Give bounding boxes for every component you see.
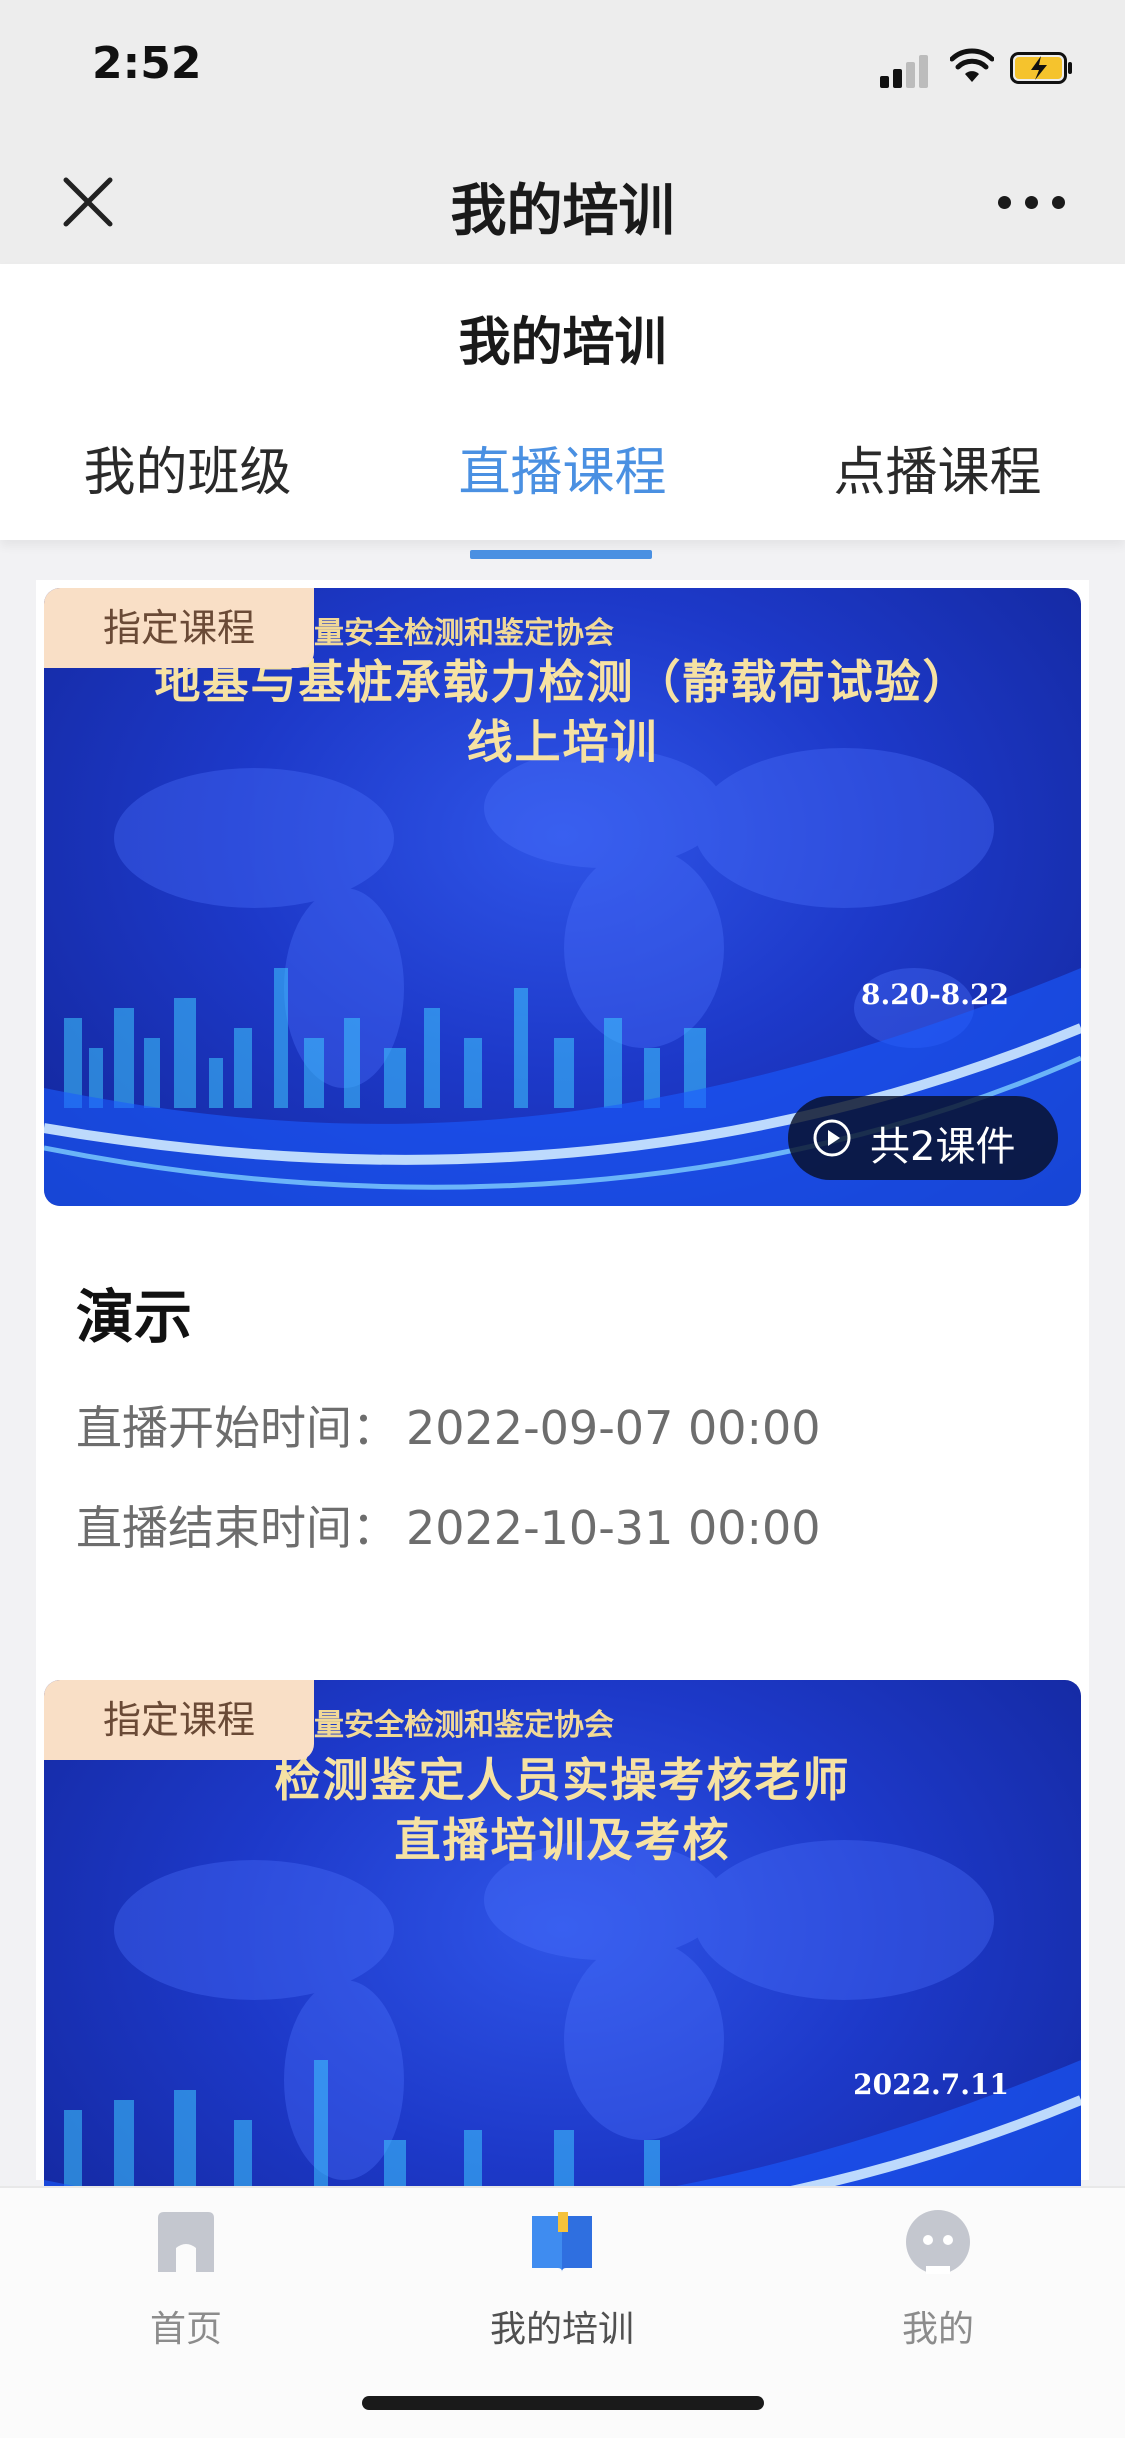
profile-icon [906, 2210, 970, 2274]
play-circle-icon [813, 1119, 851, 1157]
course-list: 指定课程 量安全检测和鉴定协会 地基与基桩承载力检测（静载荷试验） 线上培训 8… [36, 580, 1089, 2298]
banner-subheadline: 直播培训及考核 [394, 1813, 731, 1867]
designated-course-tag: 指定课程 [44, 588, 314, 668]
tab-my-class[interactable]: 我的班级 [0, 430, 375, 540]
wifi-icon [950, 48, 994, 82]
nav-bar: 我的培训 [0, 140, 1125, 264]
banner-org-text: 量安全检测和鉴定协会 [314, 1708, 614, 1743]
live-end-value: 2022-10-31 00:00 [406, 1501, 821, 1555]
home-icon [158, 2212, 214, 2272]
banner-subheadline: 线上培训 [466, 715, 659, 769]
book-icon [532, 2212, 592, 2272]
status-bar: 2:52 [0, 0, 1125, 140]
tabbar-me-label: 我的 [901, 2309, 974, 2350]
home-indicator[interactable] [362, 2396, 764, 2410]
designated-course-tag: 指定课程 [44, 1680, 314, 1760]
banner-date: 8.20-8.22 [860, 978, 1009, 1011]
course-banner[interactable]: 指定课程 量安全检测和鉴定协会 地基与基桩承载力检测（静载荷试验） 线上培训 8… [44, 588, 1081, 1206]
course-card[interactable]: 指定课程 量安全检测和鉴定协会 地基与基桩承载力检测（静载荷试验） 线上培训 8… [36, 580, 1089, 1640]
cellular-signal-icon [880, 54, 932, 88]
nav-title: 我的培训 [450, 179, 675, 244]
tabbar-my-training-label: 我的培训 [489, 2309, 634, 2350]
courseware-count-badge[interactable]: 共2课件 [788, 1096, 1058, 1180]
page-title: 我的培训 [458, 313, 667, 373]
battery-charging-icon [1010, 52, 1072, 84]
course-name: 演示 [76, 1283, 193, 1351]
status-time: 2:52 [92, 38, 202, 89]
active-tab-indicator [470, 550, 652, 559]
live-end-label: 直播结束时间： [76, 1501, 398, 1555]
live-start-value: 2022-09-07 00:00 [406, 1401, 821, 1455]
close-icon[interactable] [56, 170, 120, 234]
courseware-count: 共2课件 [870, 1124, 1016, 1170]
tab-vod-courses[interactable]: 点播课程 [750, 430, 1125, 540]
live-start-label: 直播开始时间： [76, 1401, 398, 1455]
tabbar-home-label: 首页 [149, 2309, 222, 2350]
page-header: 我的培训 我的班级 直播课程 点播课程 [0, 264, 1125, 559]
live-end-time: 直播结束时间： 2022-10-31 00:00 [76, 1492, 821, 1558]
tab-live-courses[interactable]: 直播课程 [375, 430, 750, 540]
live-start-time: 直播开始时间： 2022-09-07 00:00 [76, 1392, 821, 1458]
banner-date: 2022.7.11 [853, 2068, 1009, 2101]
more-icon[interactable] [996, 190, 1068, 214]
